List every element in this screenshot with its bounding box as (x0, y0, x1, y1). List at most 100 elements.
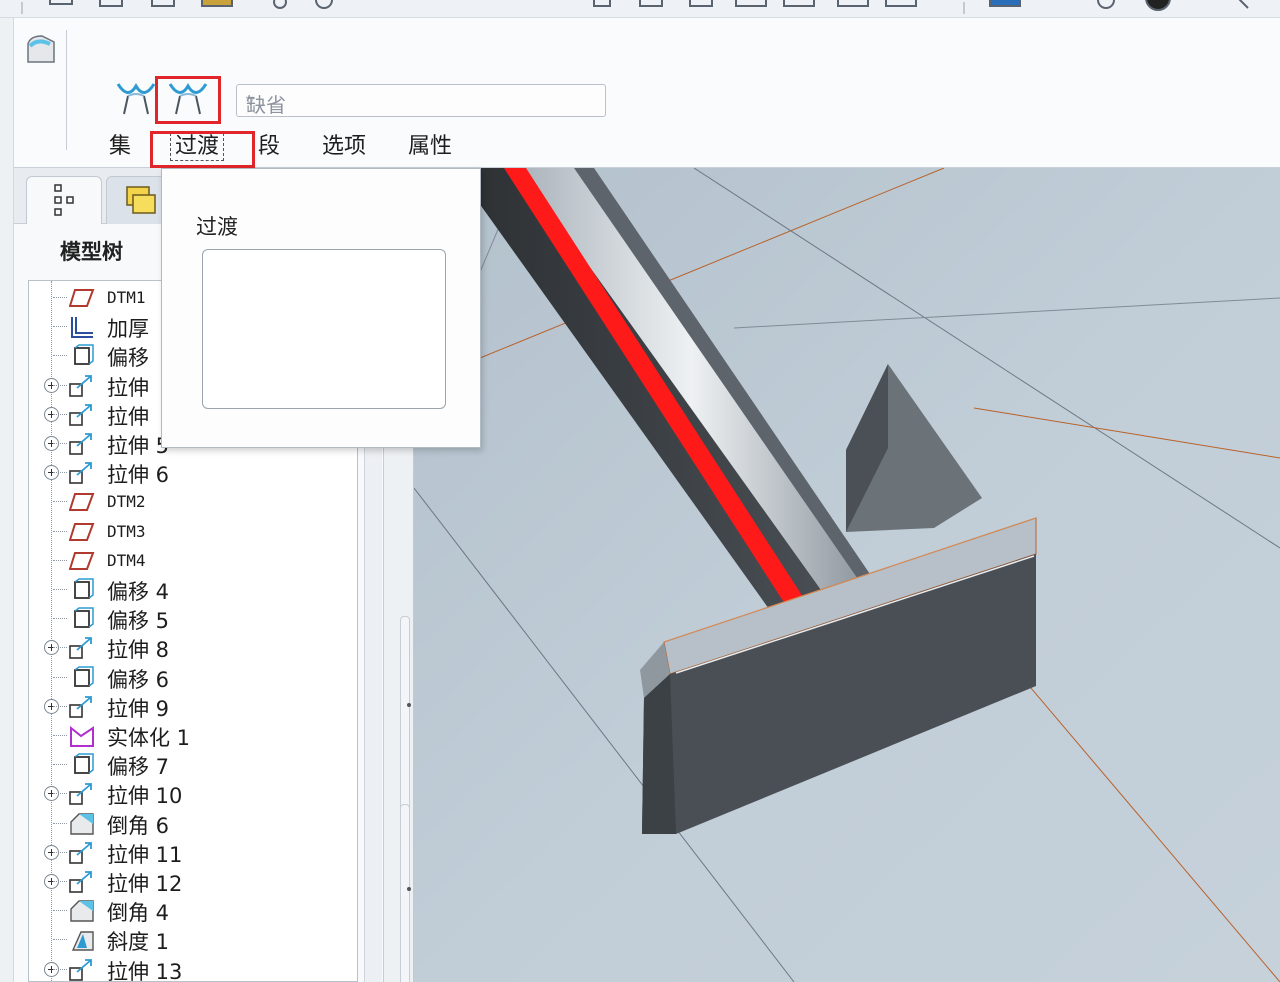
tab-options[interactable]: 选项 (322, 132, 366, 162)
extrude-icon (69, 432, 95, 456)
tree-item[interactable]: 拉伸 9 (29, 692, 357, 721)
smooth-transition-icon[interactable] (114, 74, 158, 118)
dashboard-divider (66, 30, 67, 150)
tree-item-label: 偏移 6 (107, 667, 170, 692)
tree-item-label: 拉伸 (107, 404, 149, 429)
tree-item[interactable]: DTM3 (29, 517, 357, 546)
tree-item[interactable]: 倒角 4 (29, 896, 357, 925)
model-view[interactable] (414, 168, 1280, 982)
quick-access-toolbar (0, 0, 1280, 18)
tab-set[interactable]: 集 (109, 132, 131, 162)
tree-item-label: 拉伸 6 (107, 463, 170, 488)
tree-item-label: 拉伸 11 (107, 842, 183, 867)
tree-item[interactable]: DTM2 (29, 487, 357, 516)
tree-item[interactable]: 拉伸 6 (29, 458, 357, 488)
draft-icon (69, 928, 95, 952)
tree-item[interactable]: 拉伸 12 (29, 867, 357, 896)
extrude-icon (69, 782, 95, 806)
toolbar-icons (21, 0, 1249, 14)
tree-item-label: 拉伸 10 (107, 784, 183, 809)
solidify-icon (69, 724, 95, 748)
tree-item-label: 加厚 (107, 317, 149, 342)
tree-item-label: 拉伸 9 (107, 696, 170, 721)
tree-item-label: 拉伸 13 (107, 959, 183, 982)
tree-item-label: 拉伸 5 (107, 434, 170, 458)
tree-item[interactable]: 拉伸 11 (29, 838, 357, 867)
print-icon[interactable] (273, 0, 287, 9)
sash-grip-top[interactable] (400, 616, 411, 826)
transition-panel-title: 过渡 (196, 215, 238, 239)
view-icon-6[interactable] (837, 0, 869, 7)
thicken-icon (69, 315, 95, 339)
close-icon[interactable] (1236, 0, 1249, 9)
spin-icon[interactable] (1097, 0, 1115, 9)
extrude-icon (69, 374, 95, 398)
tree-item-label: 偏移 (107, 346, 149, 371)
tree-item-label: DTM4 (107, 550, 146, 570)
regenerate-icon[interactable] (315, 0, 333, 9)
view-icon-2[interactable] (639, 0, 663, 7)
tree-item-label: DTM3 (107, 521, 146, 541)
new-icon[interactable] (99, 0, 123, 7)
tab-model-tree[interactable] (26, 176, 102, 224)
tree-item[interactable]: 倒角 6 (29, 809, 357, 838)
model-tree-title: 模型树 (60, 240, 123, 264)
tree-item-label: 倒角 6 (107, 813, 170, 838)
tree-item[interactable]: 拉伸 8 (29, 633, 357, 663)
tree-item[interactable]: DTM4 (29, 546, 357, 575)
datum-plane-icon (68, 520, 95, 544)
tree-item[interactable]: 偏移 7 (29, 750, 357, 779)
view-icon-3[interactable] (689, 0, 713, 7)
tree-item-label: 偏移 5 (107, 609, 170, 634)
extrude-icon (69, 958, 95, 981)
view-icon-1[interactable] (593, 0, 611, 7)
feature-logo-icon (27, 35, 55, 63)
chevron-down-icon[interactable]: ▽ (246, 94, 596, 107)
tree-item-label: 偏移 4 (107, 580, 170, 604)
graphics-window[interactable] (414, 168, 1280, 982)
tree-item-label: DTM1 (107, 288, 146, 307)
tree-item[interactable]: 斜度 1 (29, 925, 357, 955)
sash-grip-bottom[interactable] (400, 804, 411, 982)
view-icon-4[interactable] (735, 0, 767, 7)
app-window: 缺省 ▽ 集 过渡 段 选项 属性 模型树 DTM1 加厚 偏移 拉伸 拉伸 拉… (0, 0, 1280, 982)
view-icon-7[interactable] (885, 0, 917, 7)
transition-popup-panel: 过渡 (161, 168, 481, 448)
chamfer-icon (69, 899, 95, 923)
appearance-icon[interactable] (1145, 0, 1171, 11)
extrude-icon (69, 841, 95, 865)
open-icon[interactable] (151, 0, 175, 7)
chamfer-icon (69, 812, 95, 836)
tree-item-label: 拉伸 (107, 375, 149, 400)
datum-plane-icon (68, 286, 95, 310)
highlight-box-icon (155, 76, 221, 124)
offset-icon (69, 753, 95, 777)
tree-item-label: 斜度 1 (107, 930, 170, 955)
tree-item[interactable]: 拉伸 13 (29, 955, 357, 982)
datum-plane-icon (68, 549, 95, 573)
transition-list-box[interactable] (202, 249, 446, 409)
tree-item[interactable]: 偏移 6 (29, 663, 357, 692)
tree-item[interactable]: 拉伸 10 (29, 779, 357, 809)
extrude-icon (69, 870, 95, 894)
highlight-box-tab (150, 131, 255, 168)
tree-item[interactable]: 实体化 1 (29, 721, 357, 750)
extrude-icon (69, 636, 95, 660)
tab-segment[interactable]: 段 (258, 132, 280, 162)
offset-icon (69, 607, 95, 631)
tree-item-label: 拉伸 8 (107, 638, 170, 663)
tree-item[interactable]: 偏移 5 (29, 604, 357, 634)
tree-item[interactable]: 偏移 4 (29, 575, 357, 604)
view-icon-5[interactable] (783, 0, 815, 7)
sweep-blend-dashboard: 缺省 ▽ 集 过渡 段 选项 属性 (14, 18, 1280, 168)
tree-item-label: DTM2 (107, 492, 146, 512)
extrude-icon (69, 695, 95, 719)
tree-item-label: 实体化 1 (107, 726, 191, 750)
tab-properties[interactable]: 属性 (408, 132, 452, 162)
display-icon[interactable] (989, 0, 1021, 7)
menu-icon[interactable] (49, 0, 73, 5)
transition-type-select[interactable]: 缺省 ▽ (236, 84, 606, 117)
save-icon[interactable] (201, 0, 233, 7)
offset-icon (69, 665, 95, 690)
offset-icon (69, 344, 95, 368)
